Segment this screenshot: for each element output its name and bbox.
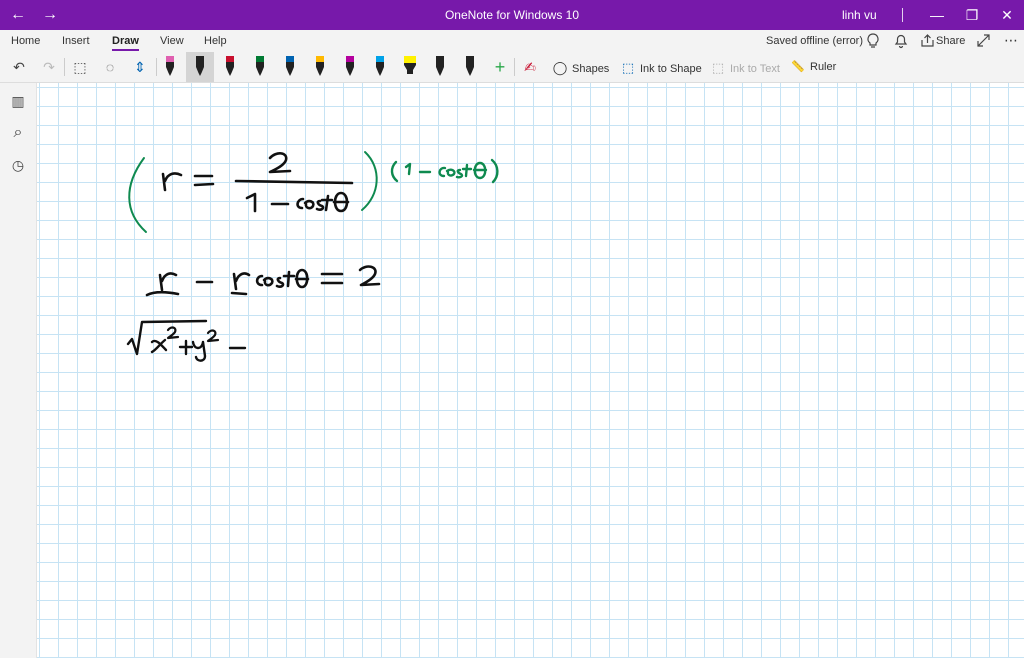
ink-stroke [404,162,412,176]
ink-stroke [490,158,499,184]
handwritten-ink [126,151,499,362]
ink-stroke [390,160,399,183]
ink-stroke [234,179,354,185]
ink-stroke [245,192,257,213]
ink-stroke [438,161,488,180]
ink-stroke [128,157,147,233]
ink-stroke [361,151,378,211]
ink-stroke [282,268,310,289]
ink-stroke [193,174,215,187]
ink-stroke [145,272,180,297]
ink-stroke [161,172,183,192]
ink-stroke [166,326,180,340]
ink-stroke [126,319,208,356]
ink-stroke [320,272,344,285]
ink-stroke [230,272,251,296]
ink-stroke [191,340,207,362]
ink-stroke [320,191,350,213]
ink-stroke [296,197,325,211]
ink-stroke [206,329,220,343]
ink-stroke [358,265,381,287]
ink-stroke [150,338,168,354]
ink-stroke [255,274,285,288]
ink-stroke [178,339,194,356]
ink-stroke [268,152,292,174]
